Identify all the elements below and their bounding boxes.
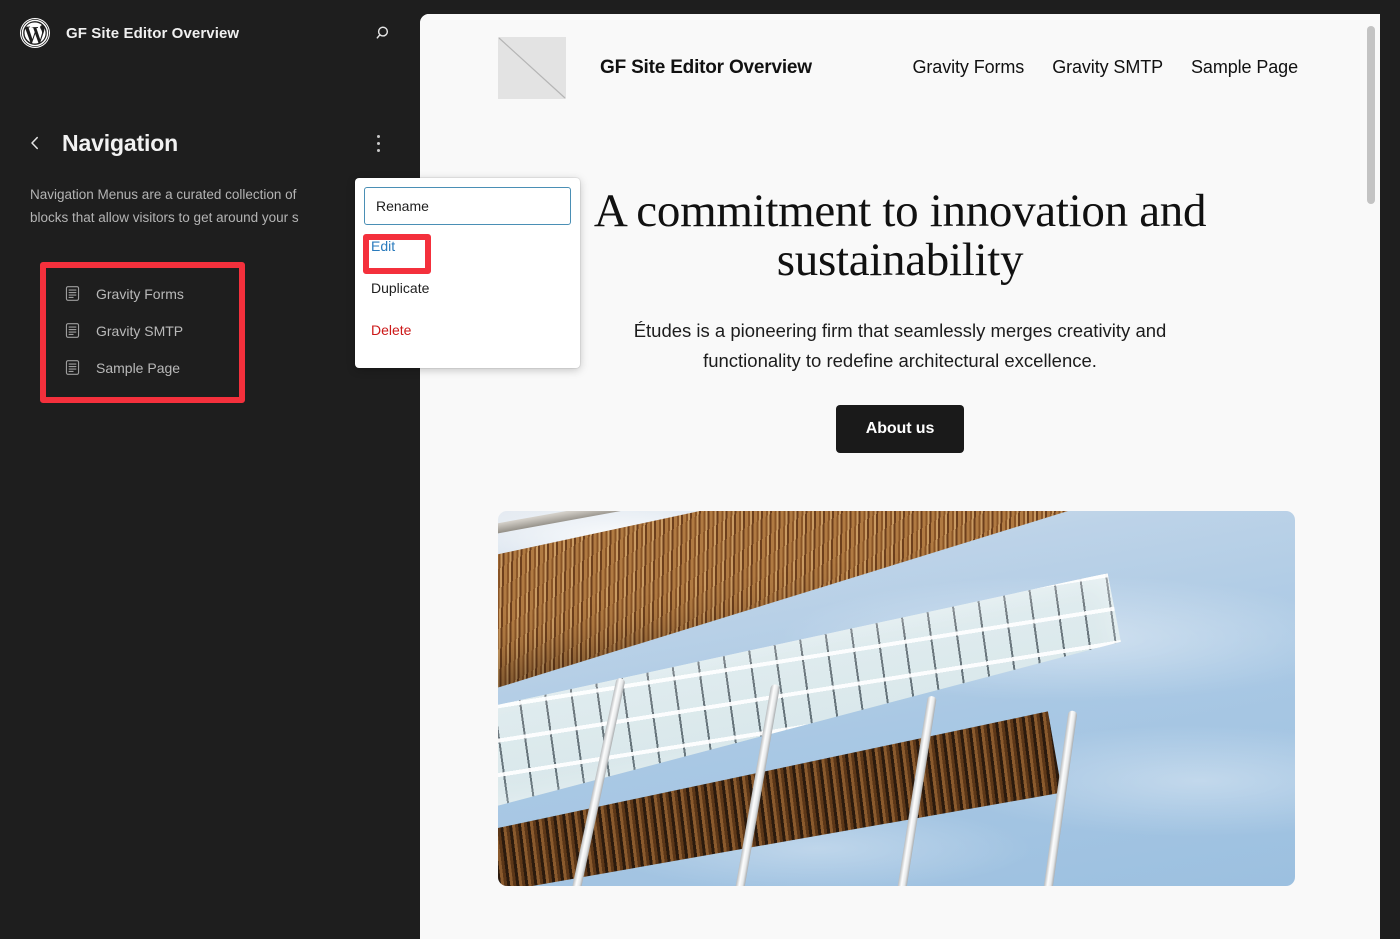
list-item[interactable]: Sample Page xyxy=(62,349,239,386)
list-item-label: Gravity SMTP xyxy=(96,322,184,339)
chevron-left-icon[interactable] xyxy=(22,130,48,156)
page-icon xyxy=(62,284,82,304)
page-icon xyxy=(62,321,82,341)
about-us-button[interactable]: About us xyxy=(835,404,965,453)
search-icon[interactable] xyxy=(370,19,398,47)
menu-actions-popup: Edit Duplicate Delete xyxy=(355,178,580,368)
sidebar-topbar: GF Site Editor Overview xyxy=(0,0,420,66)
nav-link-gravity-smtp[interactable]: Gravity SMTP xyxy=(1052,57,1163,78)
scrollbar-thumb[interactable] xyxy=(1367,26,1375,204)
list-item-label: Sample Page xyxy=(96,359,181,376)
wordpress-logo-icon[interactable] xyxy=(20,18,50,48)
site-editor-screen: GF Site Editor Overview Navigation Navig… xyxy=(0,0,1400,939)
editor-sidebar: GF Site Editor Overview Navigation Navig… xyxy=(0,0,420,939)
menu-item-delete[interactable]: Delete xyxy=(355,309,580,351)
navigation-panel-header: Navigation xyxy=(0,117,420,169)
more-options-icon[interactable] xyxy=(366,129,390,157)
nav-link-gravity-forms[interactable]: Gravity Forms xyxy=(913,57,1025,78)
menu-item-duplicate[interactable]: Duplicate xyxy=(355,267,580,309)
rename-input[interactable] xyxy=(364,187,571,225)
page-title: Navigation xyxy=(62,129,179,156)
site-preview-canvas: GF Site Editor Overview Gravity Forms Gr… xyxy=(420,14,1380,939)
site-header: GF Site Editor Overview Gravity Forms Gr… xyxy=(420,14,1380,121)
site-navigation: Gravity Forms Gravity SMTP Sample Page xyxy=(913,57,1299,78)
navigation-description: Navigation Menus are a curated collectio… xyxy=(30,187,299,225)
canvas-scrollbar[interactable] xyxy=(1364,14,1378,939)
navigation-menu-list: Gravity Forms Gravity SMTP Sample Page xyxy=(46,268,239,397)
site-logo-placeholder-icon[interactable] xyxy=(498,36,566,99)
nav-link-sample-page[interactable]: Sample Page xyxy=(1191,57,1298,78)
sidebar-site-title: GF Site Editor Overview xyxy=(66,24,240,42)
nav-menu-items-highlight: Gravity Forms Gravity SMTP Sample Page xyxy=(40,262,245,403)
hero-paragraph: Études is a pioneering firm that seamles… xyxy=(633,319,1167,371)
site-name: GF Site Editor Overview xyxy=(600,56,812,78)
list-item[interactable]: Gravity Forms xyxy=(62,275,239,312)
menu-item-edit[interactable]: Edit xyxy=(355,225,580,267)
page-icon xyxy=(62,358,82,378)
hero-heading: A commitment to innovation and sustainab… xyxy=(593,185,1207,286)
architecture-photo xyxy=(498,510,1295,886)
list-item-label: Gravity Forms xyxy=(96,285,184,302)
list-item[interactable]: Gravity SMTP xyxy=(62,312,239,349)
